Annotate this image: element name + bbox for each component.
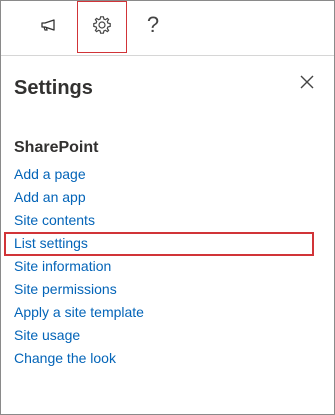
- settings-link-list: Add a page Add an app Site contents List…: [14, 164, 144, 371]
- feedback-button[interactable]: [25, 1, 73, 53]
- close-icon: [300, 75, 314, 94]
- section-heading-sharepoint: SharePoint: [14, 139, 99, 156]
- link-site-usage[interactable]: Site usage: [14, 325, 144, 348]
- top-bar: ?: [1, 1, 334, 56]
- link-site-information[interactable]: Site information: [14, 256, 144, 279]
- link-add-a-page[interactable]: Add a page: [14, 164, 144, 187]
- settings-button[interactable]: [77, 1, 127, 53]
- link-add-an-app[interactable]: Add an app: [14, 187, 144, 210]
- help-icon: ?: [146, 12, 160, 37]
- close-button[interactable]: [298, 75, 316, 93]
- help-button[interactable]: ?: [129, 1, 177, 53]
- link-site-permissions[interactable]: Site permissions: [14, 279, 144, 302]
- gear-icon: [92, 15, 112, 40]
- link-site-contents[interactable]: Site contents: [14, 210, 144, 233]
- link-list-settings[interactable]: List settings: [14, 233, 144, 256]
- panel-title: Settings: [14, 77, 93, 99]
- link-change-the-look[interactable]: Change the look: [14, 348, 144, 371]
- link-apply-site-template[interactable]: Apply a site template: [14, 302, 144, 325]
- settings-window: ? Settings SharePoint Add a page Add an …: [0, 0, 335, 415]
- megaphone-icon: [39, 18, 59, 37]
